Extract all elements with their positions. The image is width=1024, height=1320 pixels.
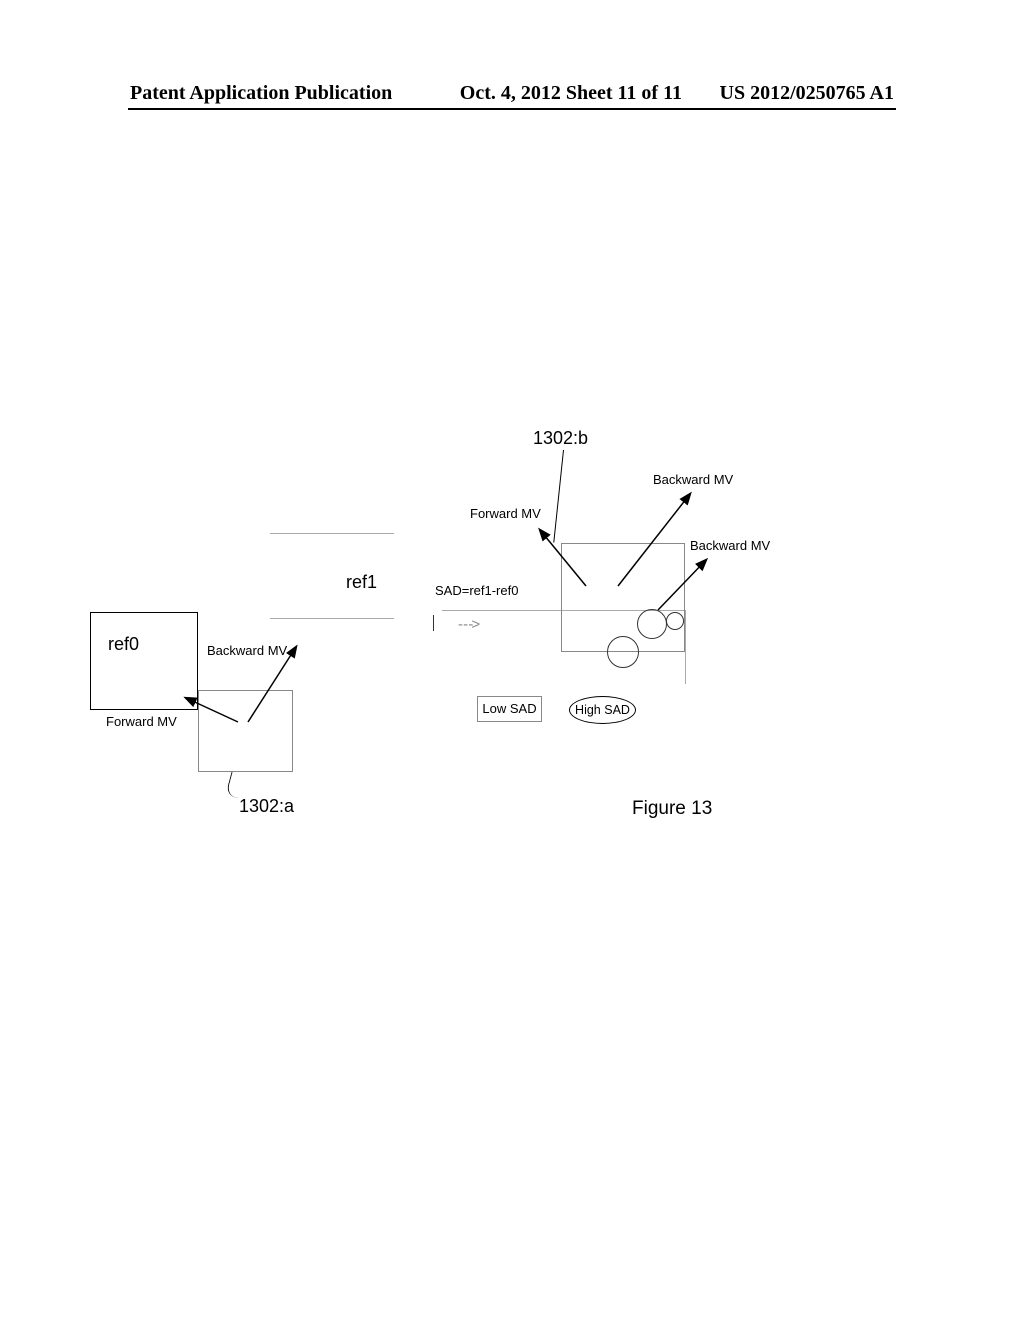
high-sad-ellipse: High SAD (569, 696, 636, 724)
ref0-label: ref0 (108, 634, 139, 655)
figure-caption: Figure 13 (632, 798, 712, 820)
callout-1302b-label: 1302:b (533, 428, 588, 449)
tick-mark (433, 615, 435, 631)
ref0-box (90, 612, 198, 710)
callout-1302b-leader (553, 450, 564, 543)
low-sad-box: Low SAD (477, 696, 542, 722)
sad-region-circle-3 (666, 612, 684, 630)
callout-1302a-label: 1302:a (239, 796, 294, 817)
right-backward-mv-label-1: Backward MV (653, 472, 733, 487)
header-patent-number: US 2012/0250765 A1 (720, 82, 894, 105)
sad-region-circle-2 (637, 609, 667, 639)
block-1302a (198, 690, 293, 772)
sad-region-circle-1 (607, 636, 639, 668)
header-publication: Patent Application Publication (130, 82, 392, 105)
ref1-label: ref1 (346, 572, 377, 593)
left-backward-mv-label: Backward MV (207, 643, 287, 658)
dashed-arrow-icon: - - -> (458, 616, 478, 633)
ref1-top-line (270, 533, 394, 534)
header-date-sheet: Oct. 4, 2012 Sheet 11 of 11 (460, 82, 682, 105)
right-forward-mv-label: Forward MV (470, 506, 541, 521)
ref1-bottom-line (270, 618, 394, 619)
figure-13-diagram: ref0 ref1 1302:a Forward MV Backward MV … (0, 420, 1024, 840)
right-backward-mv-label-2: Backward MV (690, 538, 770, 553)
left-forward-mv-label: Forward MV (106, 714, 177, 729)
header-divider (128, 108, 896, 110)
b-frame-line-right (685, 610, 686, 684)
sad-formula-label: SAD=ref1-ref0 (435, 583, 518, 598)
page-header: Patent Application Publication Oct. 4, 2… (0, 82, 1024, 105)
callout-1302a-leader (225, 772, 246, 798)
